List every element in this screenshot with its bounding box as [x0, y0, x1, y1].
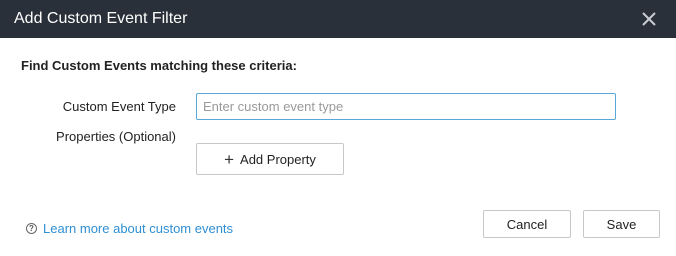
cancel-button[interactable]: Cancel — [483, 210, 571, 238]
add-custom-event-filter-dialog: Add Custom Event Filter Find Custom Even… — [0, 0, 676, 256]
plus-icon: + — [224, 149, 235, 169]
criteria-heading: Find Custom Events matching these criter… — [21, 58, 297, 73]
learn-more-link[interactable]: ? Learn more about custom events — [26, 220, 233, 236]
custom-event-type-label: Custom Event Type — [62, 99, 176, 114]
learn-more-link-text[interactable]: Learn more about custom events — [43, 221, 233, 236]
close-icon[interactable] — [637, 7, 661, 31]
add-property-button[interactable]: + Add Property — [196, 143, 344, 175]
question-circle-icon: ? — [26, 222, 37, 234]
properties-label: Properties (Optional) — [56, 129, 176, 144]
dialog-title: Add Custom Event Filter — [14, 10, 188, 27]
dialog-header: Add Custom Event Filter — [0, 0, 676, 38]
add-property-label: Add Property — [240, 151, 316, 167]
custom-event-type-input[interactable] — [196, 93, 616, 120]
save-button[interactable]: Save — [583, 210, 660, 238]
